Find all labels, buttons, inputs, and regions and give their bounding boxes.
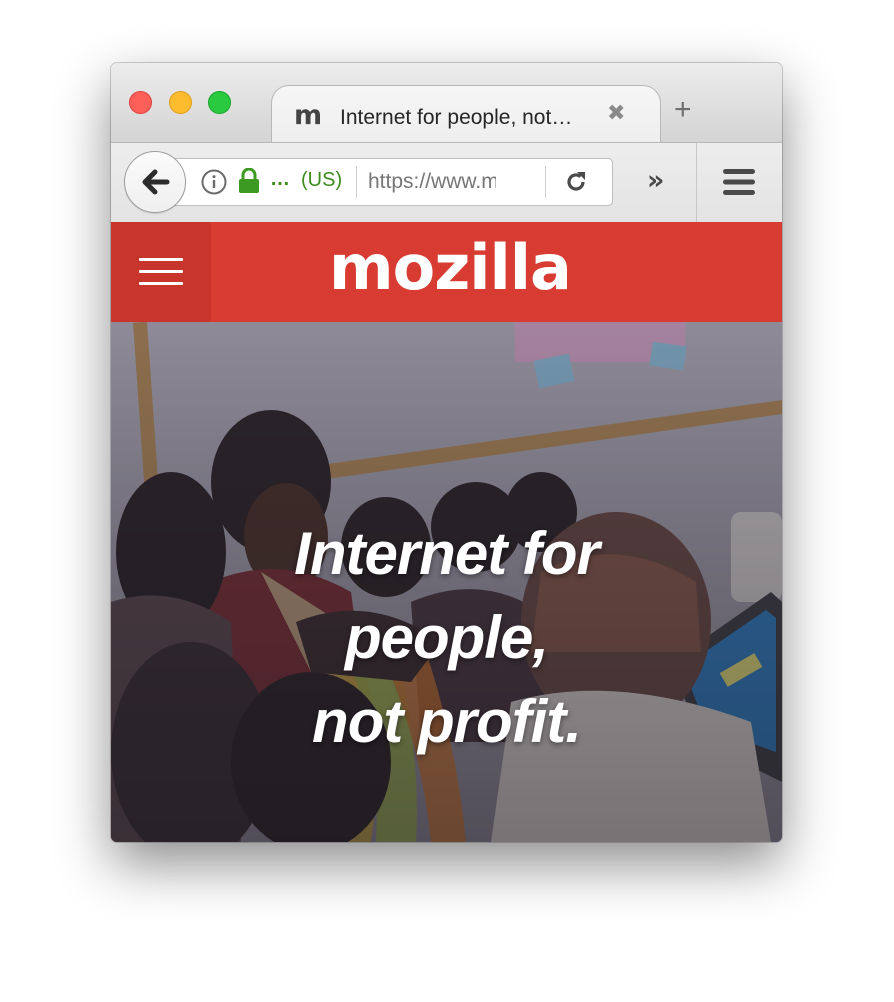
arrow-left-icon xyxy=(142,169,170,195)
window-minimize-button[interactable] xyxy=(169,91,192,114)
url-bar[interactable]: … (US) https://www.mozilla.org/ xyxy=(155,158,613,206)
menu-bar-icon xyxy=(139,270,183,273)
hamburger-menu-icon[interactable] xyxy=(723,169,755,199)
hero-headline: Internet for people, not profit. xyxy=(111,512,782,764)
info-icon[interactable] xyxy=(201,169,227,199)
hero-headline-line: not profit. xyxy=(312,688,582,755)
menu-bar-icon xyxy=(139,258,183,261)
site-menu-button[interactable] xyxy=(111,222,211,322)
window-close-button[interactable] xyxy=(129,91,152,114)
reload-icon[interactable] xyxy=(564,170,588,198)
tab-active[interactable]: m Internet for people, not… ✖ xyxy=(271,85,661,144)
identity-country-label: (US) xyxy=(301,169,343,191)
window-maximize-button[interactable] xyxy=(208,91,231,114)
reload-separator xyxy=(545,166,546,198)
identity-ellipsis: … xyxy=(270,168,290,190)
title-bar: m Internet for people, not… ✖ + xyxy=(111,63,782,144)
new-tab-button[interactable]: + xyxy=(674,95,692,125)
url-text[interactable]: https://www.mozilla.org/ xyxy=(368,170,496,194)
browser-window: m Internet for people, not… ✖ + … (US) h… xyxy=(111,63,782,842)
toolbar-overflow-icon[interactable]: » xyxy=(647,165,664,196)
hero-section: Internet for people, not profit. xyxy=(111,322,782,842)
toolbar-separator xyxy=(696,143,697,222)
site-header: mozilla xyxy=(111,222,782,322)
hero-headline-line: people, xyxy=(344,604,549,671)
mozilla-favicon-icon: m xyxy=(294,100,322,131)
url-separator xyxy=(356,166,357,198)
menu-bar-icon xyxy=(139,282,183,285)
navigation-toolbar: … (US) https://www.mozilla.org/ » xyxy=(111,142,782,223)
back-button[interactable] xyxy=(124,151,186,213)
lock-icon[interactable] xyxy=(238,167,260,198)
close-icon[interactable]: ✖ xyxy=(607,101,625,126)
web-page: mozilla Internet for people, not profit. xyxy=(111,222,782,842)
tab-title: Internet for people, not… xyxy=(340,106,573,129)
hero-headline-line: Internet for xyxy=(294,520,600,587)
mozilla-logo[interactable]: mozilla xyxy=(329,231,572,304)
